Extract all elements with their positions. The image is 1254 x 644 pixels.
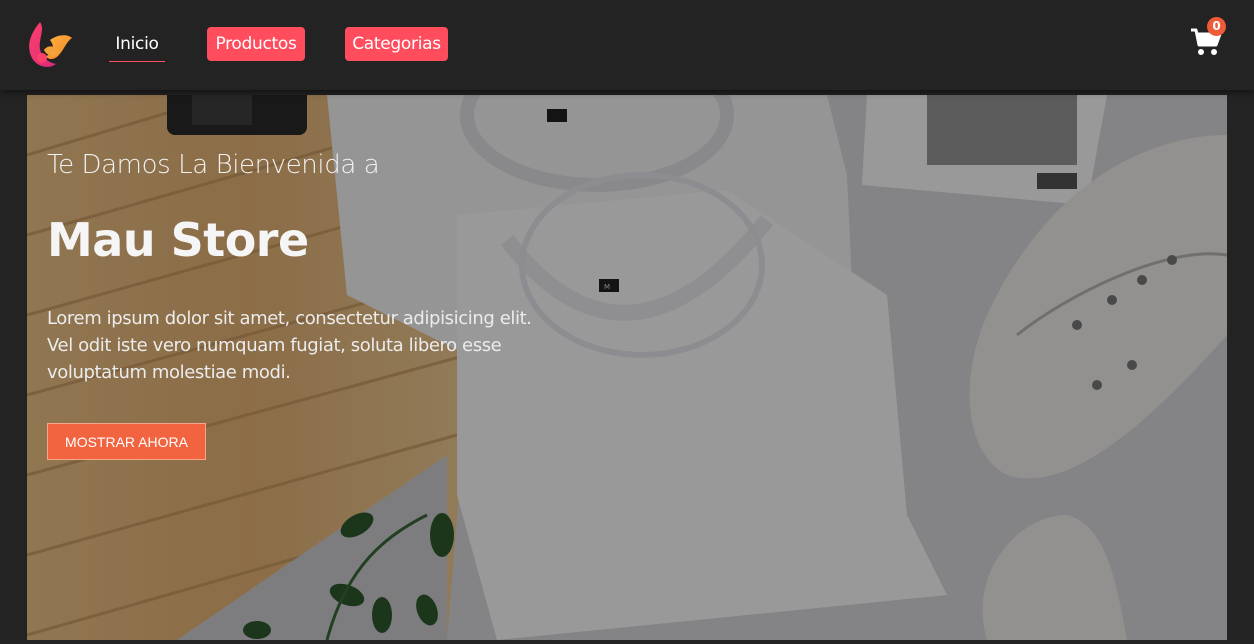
hero-welcome-text: Te Damos La Bienvenida a xyxy=(47,150,380,180)
nav-inicio-link[interactable]: Inicio xyxy=(109,27,165,62)
nav-productos-link[interactable]: Productos xyxy=(207,27,305,61)
flame-logo-icon[interactable] xyxy=(26,20,74,70)
hero-description: Lorem ipsum dolor sit amet, consectetur … xyxy=(47,308,532,383)
hero-title: Mau Store xyxy=(47,213,309,267)
cart-count-badge: 0 xyxy=(1207,17,1226,36)
nav-categorias-link[interactable]: Categorias xyxy=(345,27,448,61)
shop-now-button[interactable]: MOSTRAR AHORA xyxy=(47,423,206,460)
navbar: Inicio Productos Categorias 0 xyxy=(0,0,1254,90)
hero-banner: M Te Damos La Bienvenida a Mau Store Lor… xyxy=(27,95,1227,640)
